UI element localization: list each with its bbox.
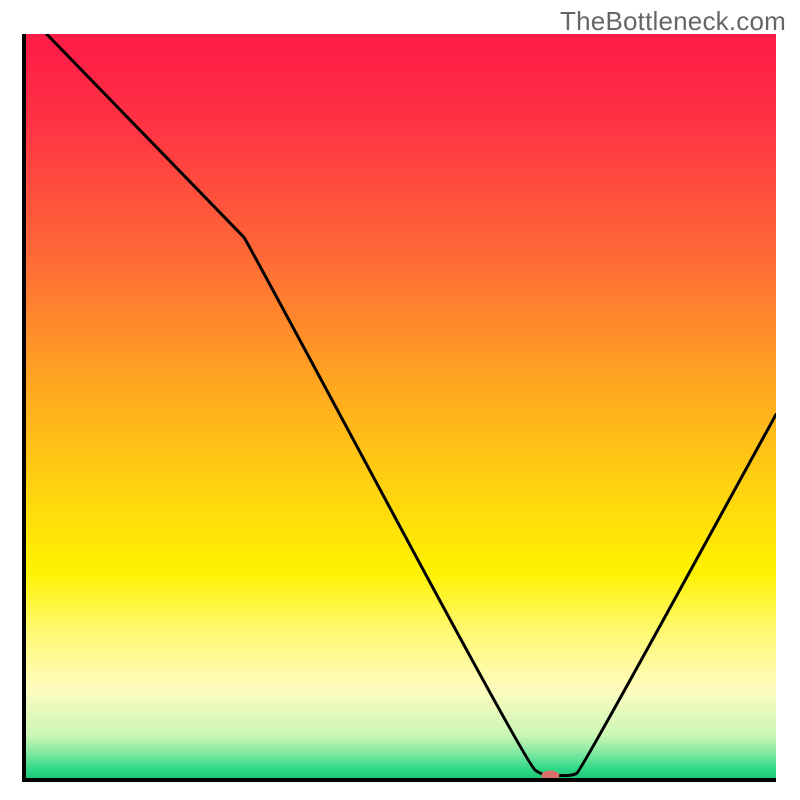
watermark-text: TheBottleneck.com xyxy=(560,6,786,37)
bottleneck-chart xyxy=(0,0,800,800)
chart-container: TheBottleneck.com xyxy=(0,0,800,800)
gradient-background xyxy=(24,34,776,780)
